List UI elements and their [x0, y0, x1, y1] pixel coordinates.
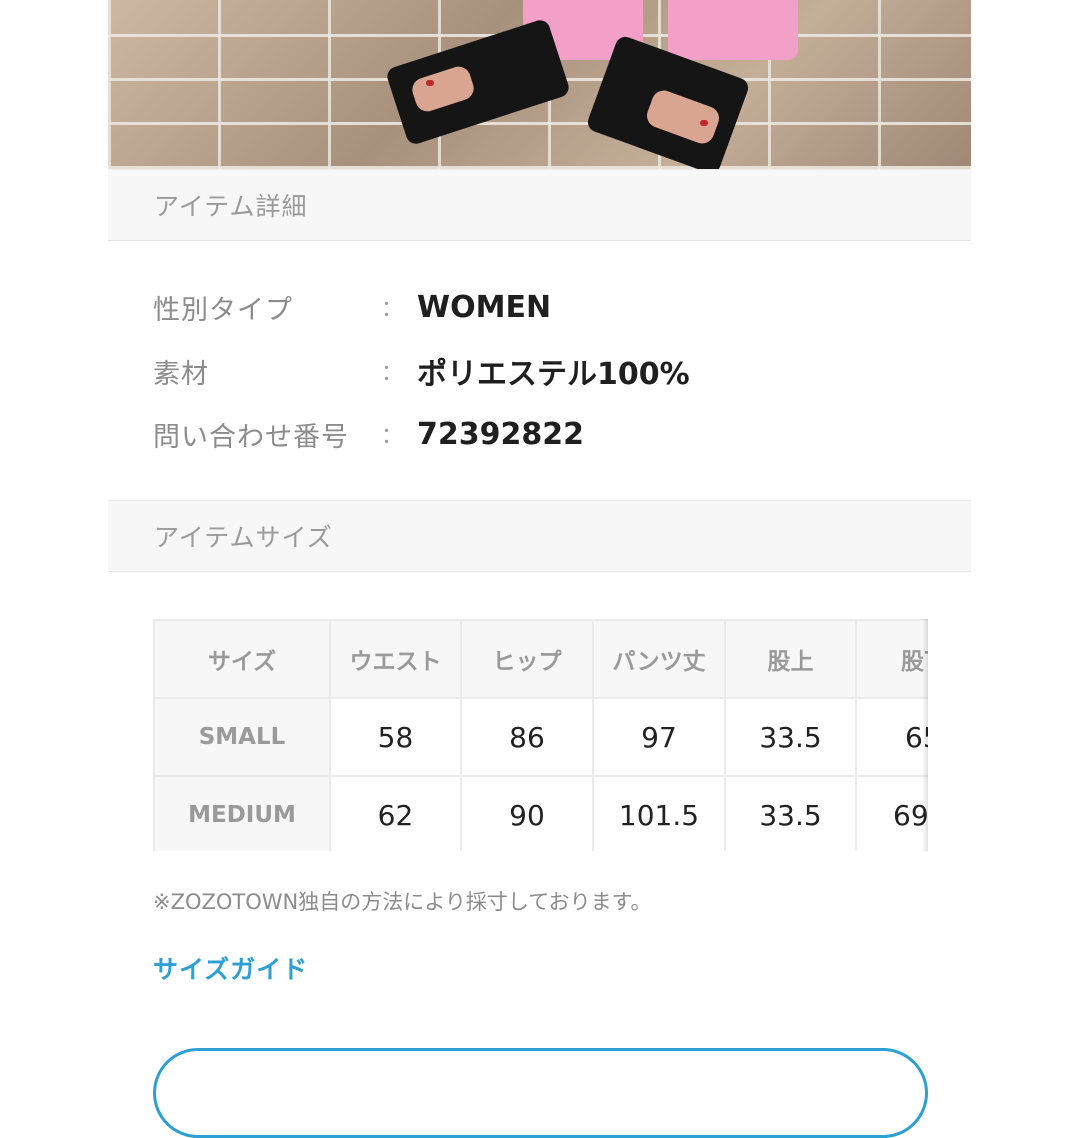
item-details-header: アイテム詳細 — [108, 169, 971, 241]
size-guide-link[interactable]: サイズガイド — [153, 950, 308, 986]
detail-colon: ： — [381, 361, 404, 386]
detail-value: ポリエステル100% — [417, 357, 690, 392]
table-cell: 33.5 — [724, 775, 857, 851]
table-cell: 97 — [592, 697, 726, 777]
detail-row-gender: 性別タイプ ： WOMEN — [153, 287, 551, 327]
table-header-row: サイズ ウエスト ヒップ パンツ丈 股上 股下 — [153, 619, 928, 699]
detail-colon: ： — [381, 424, 404, 449]
size-table-scroll-container[interactable]: サイズ ウエスト ヒップ パンツ丈 股上 股下 SMALL 58 86 97 3… — [153, 619, 928, 851]
column-header: パンツ丈 — [592, 619, 726, 699]
detail-label: 性別タイプ — [153, 294, 293, 326]
table-cell: 69 — [855, 775, 928, 851]
outline-action-button[interactable] — [153, 1048, 928, 1138]
detail-row-material: 素材 ： ポリエステル100% — [153, 351, 690, 392]
product-photo — [108, 0, 971, 169]
size-table: サイズ ウエスト ヒップ パンツ丈 股上 股下 SMALL 58 86 97 3… — [153, 619, 928, 851]
column-header: サイズ — [153, 619, 331, 699]
size-name-cell: SMALL — [153, 697, 331, 777]
detail-value: WOMEN — [417, 289, 552, 325]
pink-pant-leg-right — [668, 0, 798, 60]
detail-value: 72392822 — [417, 416, 584, 452]
detail-label: 素材 — [153, 358, 209, 390]
column-header: 股上 — [724, 619, 857, 699]
table-cell: 62 — [329, 775, 462, 851]
table-cell: 90 — [460, 775, 594, 851]
column-header: ヒップ — [460, 619, 594, 699]
item-details-title: アイテム詳細 — [154, 192, 308, 221]
detail-label: 問い合わせ番号 — [153, 421, 349, 453]
table-cell: 86 — [460, 697, 594, 777]
table-row: SMALL 58 86 97 33.5 65 — [153, 697, 928, 777]
size-name-cell: MEDIUM — [153, 775, 331, 851]
horizontal-scroll-shadow — [922, 619, 928, 851]
table-cell: 65 — [855, 697, 928, 777]
column-header: 股下 — [855, 619, 928, 699]
table-cell: 58 — [329, 697, 462, 777]
item-size-header: アイテムサイズ — [108, 500, 971, 572]
table-cell: 33.5 — [724, 697, 857, 777]
table-row: MEDIUM 62 90 101.5 33.5 69 — [153, 775, 928, 851]
toenail-right — [700, 120, 708, 126]
item-size-title: アイテムサイズ — [154, 523, 333, 552]
column-header: ウエスト — [329, 619, 462, 699]
detail-colon: ： — [381, 297, 404, 322]
detail-row-inquiry-number: 問い合わせ番号 ： 72392822 — [153, 414, 584, 454]
measurement-note: ※ZOZOTOWN独自の方法により採寸しております。 — [153, 890, 652, 914]
toenail-left — [426, 80, 434, 86]
sandal-left — [384, 17, 572, 147]
table-cell: 101.5 — [592, 775, 726, 851]
